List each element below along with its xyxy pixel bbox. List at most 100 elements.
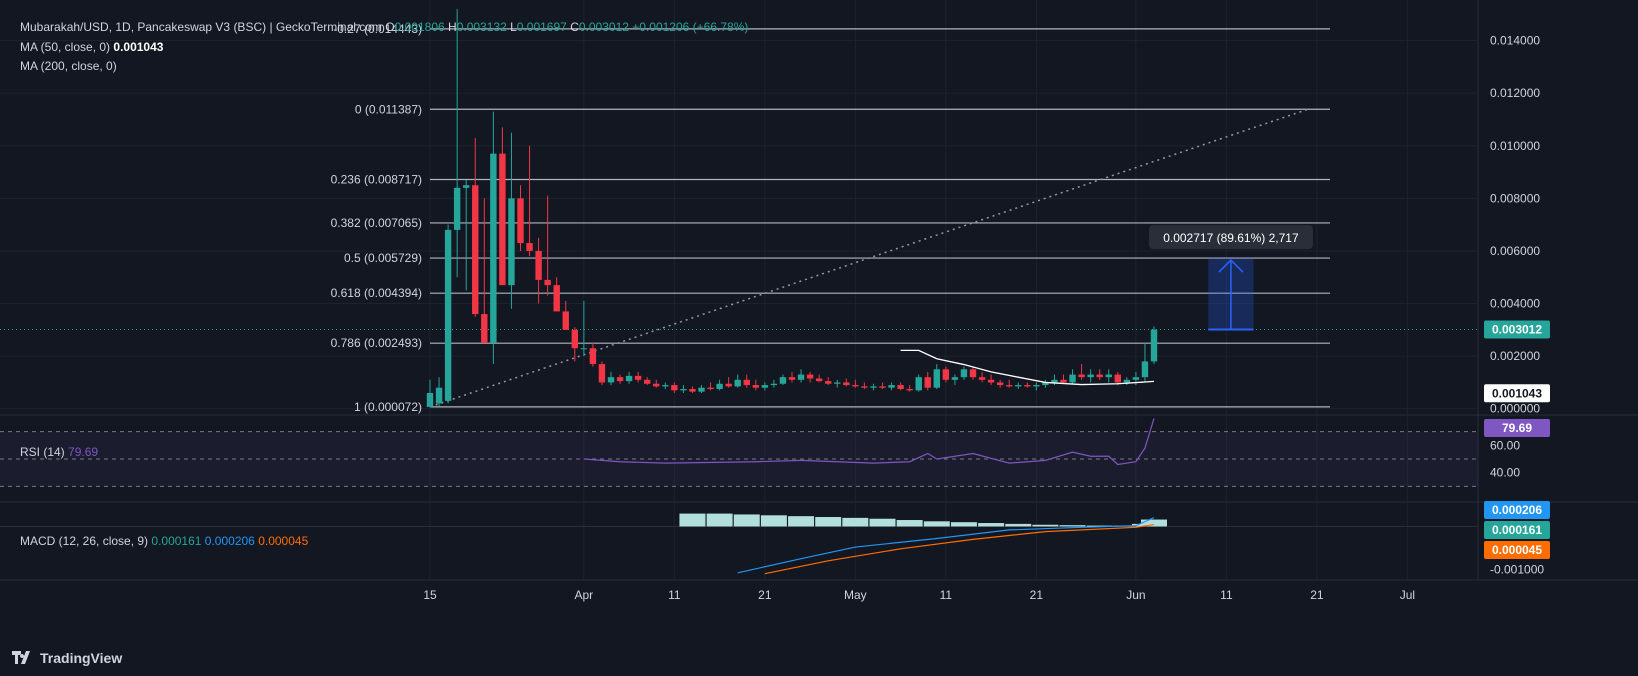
candle-body (1114, 374, 1121, 383)
macd-histogram-bar (1059, 525, 1086, 527)
macd-hist-tag: 0.000161 (1492, 523, 1542, 537)
candle-body (870, 386, 877, 388)
candle-body (598, 364, 606, 383)
x-tick-label: 21 (758, 588, 772, 602)
macd-legend[interactable]: MACD (12, 26, close, 9) 0.000161 0.00020… (20, 534, 308, 548)
macd-histogram-bar (842, 517, 869, 527)
candle-body (942, 369, 950, 380)
candle-body (544, 279, 551, 286)
candle-body (616, 377, 624, 382)
candle-body (834, 382, 841, 384)
macd-label: MACD (12, 26, close, 9) (20, 534, 149, 548)
price-tick-label: 0.010000 (1490, 139, 1540, 153)
candle-body (996, 382, 1004, 386)
candle-body (517, 198, 524, 244)
candle-body (553, 285, 560, 312)
macd-histogram-bar (869, 518, 896, 527)
macd-histogram-bar (978, 523, 1005, 527)
macd-hist-legend-value: 0.000161 (151, 534, 202, 548)
macd-tick-label: -0.001000 (1490, 562, 1544, 576)
rsi-tick-label: 40.00 (1490, 466, 1520, 480)
macd-line-legend-value: 0.000206 (204, 534, 255, 548)
candle-body (472, 185, 479, 315)
macd-histogram-bar (760, 515, 787, 527)
candle-body (915, 377, 922, 391)
ma50-label: MA (50, close, 0) (20, 40, 111, 54)
candle-body (463, 185, 470, 188)
candle-body (435, 387, 443, 404)
macd-signal-line (764, 523, 1155, 575)
x-tick-label: 21 (1310, 588, 1324, 602)
candle-body (1015, 385, 1022, 387)
candle-body (1123, 379, 1131, 383)
candle-body (453, 187, 461, 230)
x-tick-label: 11 (1220, 588, 1233, 602)
tradingview-logo[interactable]: TradingView (12, 650, 122, 666)
candle-body (1087, 374, 1094, 378)
ma50-legend[interactable]: MA (50, close, 0) 0.001043 (20, 40, 163, 54)
rsi-tick-label: 60.00 (1490, 438, 1520, 452)
macd-histogram-bar (923, 521, 950, 527)
candle-body (562, 311, 569, 330)
symbol-line: Mubarakah/USD, 1D, Pancakeswap V3 (BSC) … (20, 20, 382, 34)
candle-body (879, 386, 886, 388)
candle-body (978, 377, 986, 380)
candle-body (1078, 374, 1085, 378)
fib-level-label: 1 (0.000072) (354, 400, 422, 414)
candle-body (888, 385, 895, 388)
candle-body (1006, 385, 1013, 387)
ohlc-high-value: 0.003132 (456, 20, 507, 34)
candle-body (680, 389, 687, 391)
measure-label: 0.002717 (89.61%) 2,717 (1163, 231, 1299, 245)
candle-body (580, 348, 588, 350)
candle-body (743, 379, 750, 386)
x-tick-label: May (844, 588, 867, 602)
ohlc-change: +0.001206 (+66.78%) (632, 20, 749, 34)
candle-body (924, 377, 931, 388)
x-tick-label: 11 (940, 588, 953, 602)
symbol-header: Mubarakah/USD, 1D, Pancakeswap V3 (BSC) … (20, 20, 748, 34)
candle-body (1060, 379, 1067, 383)
candle-body (644, 379, 651, 384)
macd-signal-legend-value: 0.000045 (258, 534, 309, 548)
candle-body (933, 369, 940, 388)
ma50-value: 0.001043 (113, 40, 164, 54)
rsi-legend[interactable]: RSI (14) 79.69 (20, 445, 98, 459)
candle-body (906, 389, 913, 391)
candle-body (589, 348, 597, 365)
candle-body (481, 314, 488, 343)
rsi-value-tag: 79.69 (1502, 421, 1532, 435)
ohlc-close-label: C (570, 20, 579, 34)
candle-body (1096, 374, 1103, 378)
tradingview-icon (12, 651, 30, 664)
ohlc-high-label: H (448, 20, 457, 34)
chart-canvas[interactable]: 15 Apr 11 21 May 11 21 Jun 11 21 Jul 0.014000 0.0120… (0, 0, 1638, 676)
ma200-legend[interactable]: MA (200, close, 0) (20, 59, 117, 73)
candle-body (825, 381, 832, 384)
x-tick-label: 15 (423, 588, 437, 602)
macd-histogram-bar (706, 513, 733, 527)
tradingview-label: TradingView (40, 650, 123, 666)
ohlc-close-value: 0.003012 (578, 20, 629, 34)
candle-body (761, 385, 769, 388)
ma50-tag: 0.001043 (1492, 386, 1542, 400)
candle-body (815, 378, 823, 382)
last-price-tag: 0.003012 (1492, 323, 1542, 337)
candle-body (653, 383, 660, 387)
fib-level-label: 0.382 (0.007065) (331, 216, 422, 230)
macd-histogram-bar (896, 520, 923, 527)
candle-body (1024, 385, 1031, 387)
candle-body (716, 383, 723, 390)
candle-body (1141, 361, 1149, 378)
price-tick-label: 0.008000 (1490, 191, 1540, 205)
candle-body (634, 375, 642, 380)
candle-body (797, 374, 805, 380)
candle-body (779, 377, 787, 384)
fib-level-label: 0.5 (0.005729) (344, 251, 422, 265)
candle-body (725, 383, 732, 387)
candle-body (960, 369, 968, 378)
macd-histogram-bar (950, 522, 977, 527)
candle-body (444, 229, 452, 401)
x-tick-label: 11 (668, 588, 681, 602)
candle-body (852, 385, 859, 387)
